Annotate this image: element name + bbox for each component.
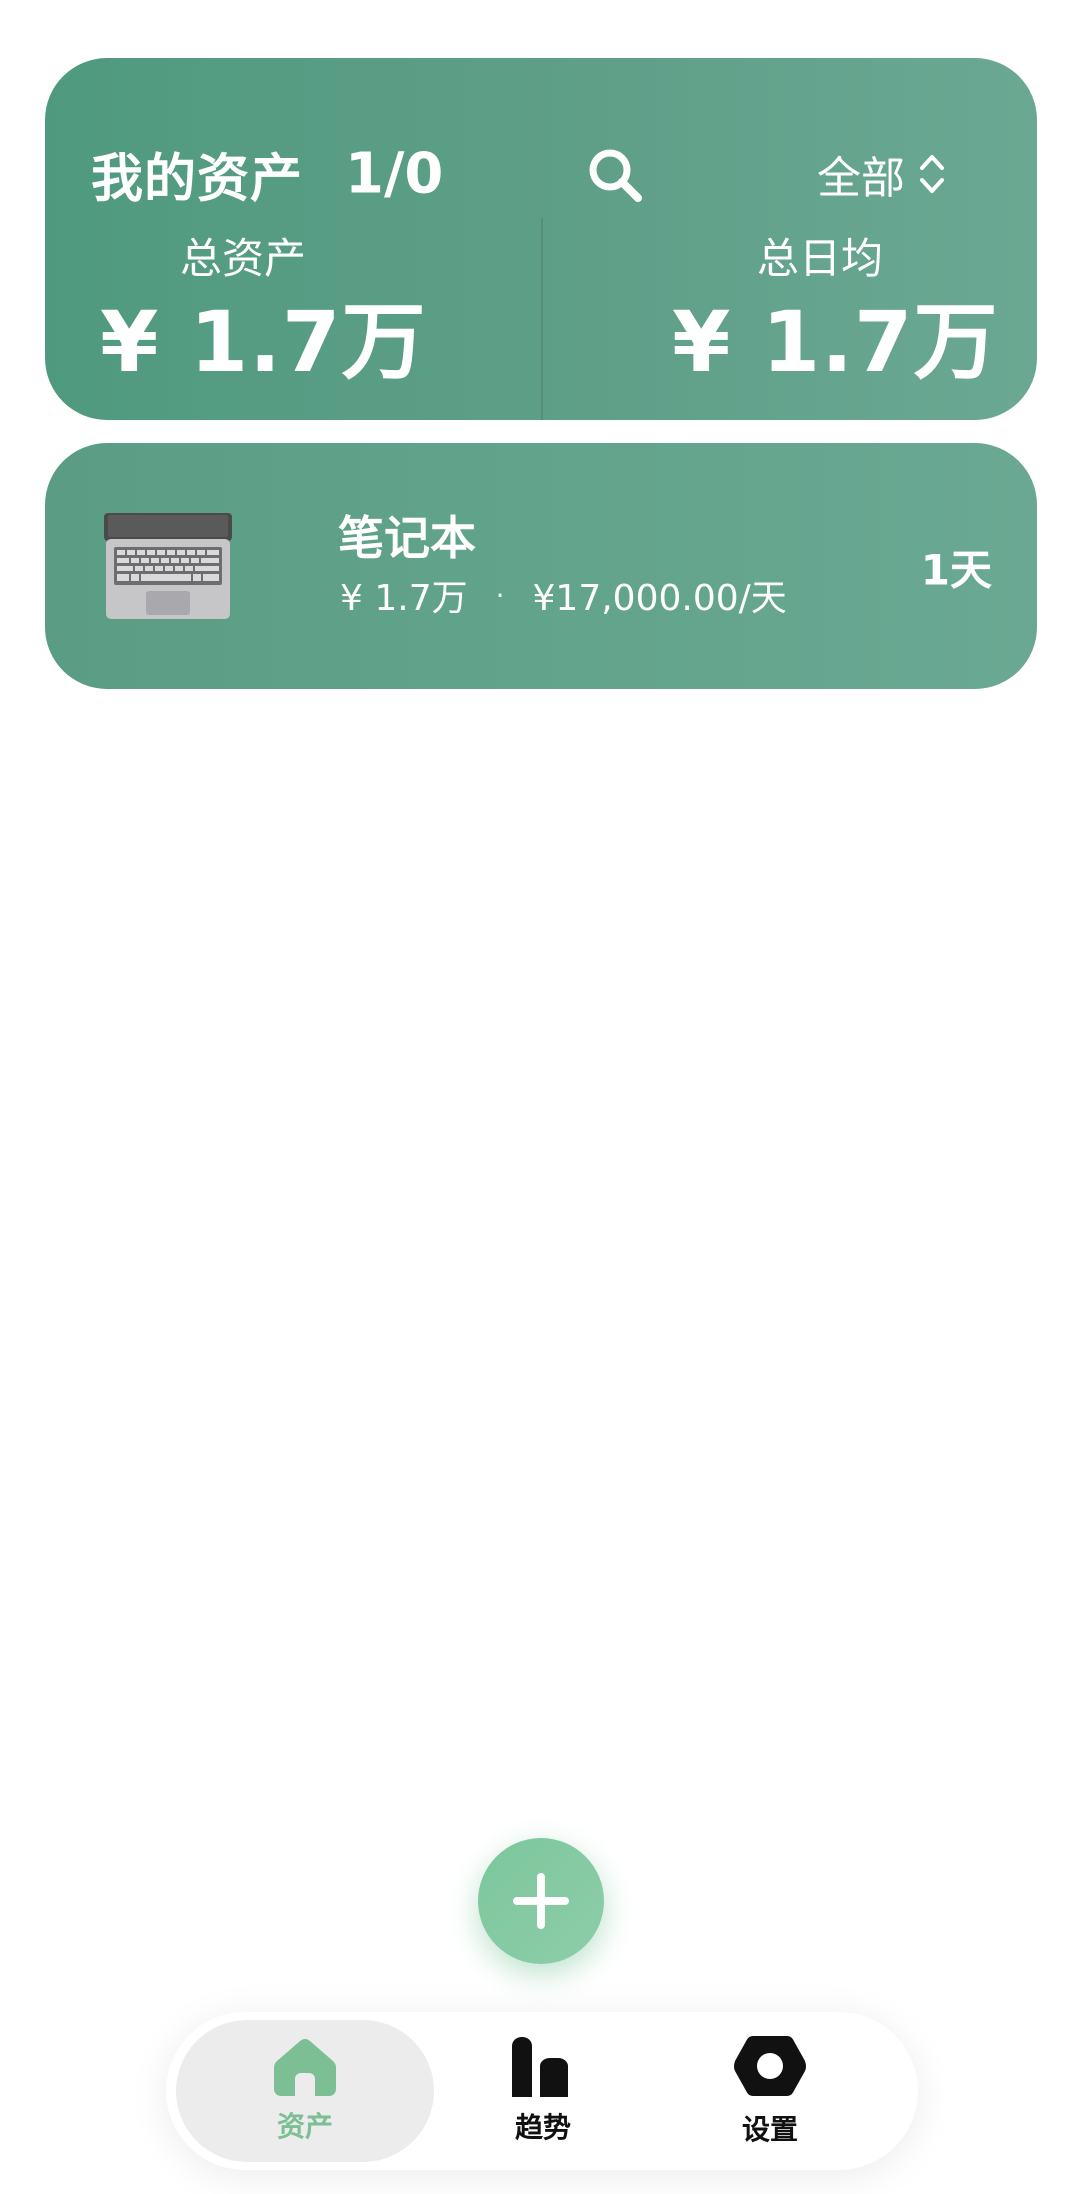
daily-average-label: 总日均 bbox=[757, 234, 884, 283]
filter-label: 全部 bbox=[817, 153, 905, 204]
daily-average-value: ¥ 1.7万 bbox=[672, 293, 999, 391]
bar-chart-icon bbox=[512, 2037, 568, 2097]
plus-icon bbox=[513, 1873, 569, 1929]
add-asset-button[interactable] bbox=[478, 1838, 604, 1964]
total-assets-stat: 总资产 ¥ 1.7万 bbox=[100, 234, 427, 391]
bottom-nav: 资产 趋势 设置 bbox=[166, 2012, 918, 2170]
tab-assets[interactable]: 资产 bbox=[176, 2020, 434, 2162]
page-title: 我的资产 bbox=[91, 149, 304, 210]
stats-divider bbox=[541, 218, 543, 420]
search-button[interactable] bbox=[583, 143, 647, 207]
total-assets-value: ¥ 1.7万 bbox=[100, 293, 427, 391]
tab-trend[interactable]: 趋势 bbox=[448, 2020, 638, 2162]
laptop-icon bbox=[104, 513, 232, 619]
asset-summary-card: 我的资产 1/0 全部 总资产 ¥ 1.7万 总日均 ¥ 1.7万 bbox=[45, 58, 1037, 420]
daily-average-stat: 总日均 ¥ 1.7万 bbox=[672, 234, 999, 391]
separator-dot: · bbox=[495, 578, 505, 612]
chevron-up-down-icon bbox=[920, 155, 944, 193]
asset-count: 1/0 bbox=[345, 141, 444, 207]
tab-assets-label: 资产 bbox=[276, 2110, 333, 2143]
gear-icon bbox=[734, 2036, 806, 2096]
app-screen: 我的资产 1/0 全部 总资产 ¥ 1.7万 总日均 ¥ 1.7万 笔记本 ¥ … bbox=[0, 0, 1080, 2194]
asset-per-day: ¥17,000.00/天 bbox=[532, 578, 787, 619]
tab-settings[interactable]: 设置 bbox=[658, 2020, 882, 2162]
search-icon bbox=[589, 149, 642, 202]
tab-trend-label: 趋势 bbox=[514, 2111, 571, 2144]
total-assets-label: 总资产 bbox=[180, 234, 307, 283]
asset-name: 笔记本 bbox=[338, 511, 476, 565]
asset-list-item[interactable]: 笔记本 ¥ 1.7万 · ¥17,000.00/天 1天 bbox=[45, 443, 1037, 689]
asset-price: ¥ 1.7万 bbox=[340, 578, 468, 619]
home-icon bbox=[274, 2039, 336, 2096]
tab-settings-label: 设置 bbox=[741, 2113, 798, 2146]
asset-details: ¥ 1.7万 · ¥17,000.00/天 bbox=[340, 569, 787, 621]
filter-select[interactable]: 全部 bbox=[817, 142, 945, 206]
asset-days-owned: 1天 bbox=[920, 545, 992, 595]
